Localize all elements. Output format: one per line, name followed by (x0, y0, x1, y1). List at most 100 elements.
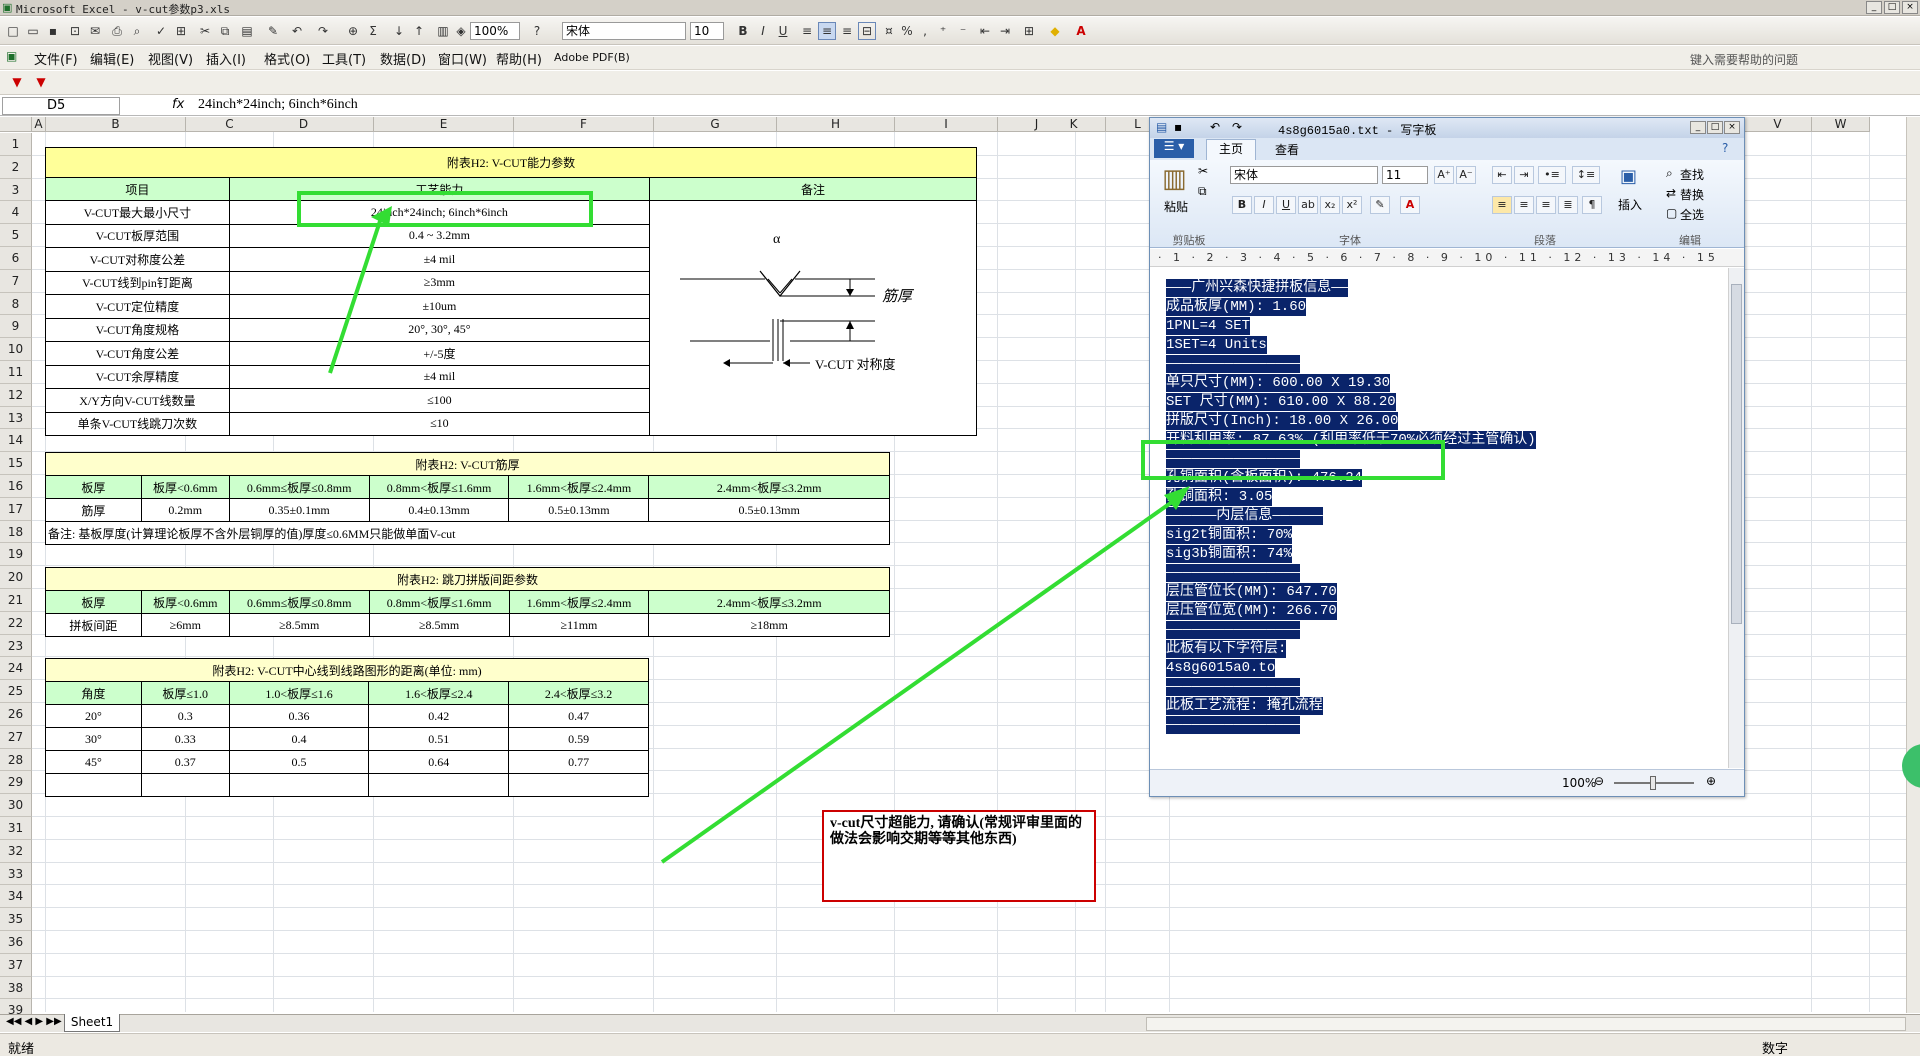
column-header[interactable]: E (374, 117, 514, 132)
formula-input[interactable]: 24inch*24inch; 6inch*6inch (198, 97, 358, 113)
row-header[interactable]: 15 (0, 452, 32, 475)
ribbon-help-icon[interactable]: ? (1722, 141, 1728, 155)
minimize-button[interactable]: _ (1866, 1, 1882, 14)
underline-icon[interactable]: U (774, 22, 792, 40)
align-center-icon[interactable]: ≡ (818, 22, 836, 40)
document-line[interactable]: ———广州兴森快捷拼板信息—— (1166, 279, 1349, 297)
row-header[interactable]: 5 (0, 224, 32, 247)
increase-indent-icon[interactable]: ⇥ (996, 22, 1014, 40)
strikethrough-icon[interactable]: ab (1298, 196, 1318, 214)
table-cell[interactable]: 20° (45, 704, 142, 728)
column-header[interactable]: H (777, 117, 895, 132)
table-cell[interactable]: ≥8.5mm (368, 613, 510, 637)
row-header[interactable]: 23 (0, 634, 32, 658)
column-header[interactable]: W (1812, 117, 1870, 132)
column-header[interactable]: V (1744, 117, 1812, 132)
document-line[interactable]: 层压管位宽(MM): 266.70 (1166, 602, 1337, 620)
table-cell[interactable]: 0.64 (368, 750, 510, 774)
quick-save-icon[interactable]: ▪ (1174, 120, 1182, 134)
table-cell[interactable]: V-CUT最大最小尺寸 (45, 200, 230, 225)
undo-icon[interactable]: ↶ (288, 22, 306, 40)
select-all-label[interactable]: 全选 (1680, 206, 1704, 223)
row-header[interactable]: 32 (0, 839, 32, 863)
percent-icon[interactable]: % (898, 22, 916, 40)
help-icon[interactable]: ? (528, 22, 546, 40)
document-line[interactable]: ——————内层信息—————— (1166, 507, 1323, 525)
row-header[interactable]: 38 (0, 976, 32, 1000)
select-all-corner[interactable] (0, 117, 32, 132)
table-cell[interactable]: 0.51 (368, 727, 510, 751)
row-header[interactable]: 18 (0, 520, 32, 544)
tab-view[interactable]: 查看 (1262, 141, 1312, 158)
table-cell[interactable]: 30° (45, 727, 142, 751)
table-cell[interactable]: 0.5 (228, 750, 370, 774)
menu-view[interactable]: 视图(V) (148, 49, 193, 68)
table-cell[interactable]: ±10um (228, 294, 650, 319)
currency-icon[interactable]: ¤ (880, 22, 898, 40)
row-header[interactable]: 12 (0, 383, 32, 407)
fill-color-icon[interactable]: ◆ (1046, 22, 1064, 40)
row-header[interactable]: 8 (0, 292, 32, 316)
table-cell[interactable]: 0.5±0.13mm (508, 498, 650, 522)
bullets-icon[interactable]: •≡ (1538, 166, 1566, 184)
new-icon[interactable]: □ (4, 22, 22, 40)
table-cell[interactable]: 0.37 (140, 750, 230, 774)
chart-wizard-icon[interactable]: ▥ (434, 22, 452, 40)
menu-tools[interactable]: 工具(T) (322, 49, 366, 68)
row-header[interactable]: 14 (0, 429, 32, 453)
table-cell[interactable]: 0.36 (228, 704, 370, 728)
row-header[interactable]: 21 (0, 589, 32, 612)
copy-icon[interactable]: ⧉ (216, 22, 234, 40)
zoom-in-icon[interactable]: ⊕ (1706, 774, 1716, 788)
table-cell[interactable]: V-CUT板厚范围 (45, 223, 230, 248)
open-icon[interactable]: ▭ (24, 22, 42, 40)
table-cell[interactable]: ±4 mil (228, 247, 650, 272)
table-cell[interactable]: 45° (45, 750, 142, 774)
horizontal-scrollbar[interactable] (1146, 1017, 1906, 1031)
align-left-icon[interactable]: ≡ (1492, 196, 1512, 214)
table-cell[interactable]: V-CUT余厚精度 (45, 364, 230, 389)
document-line[interactable]: 单只尺寸(MM): 600.00 X 19.30 (1166, 374, 1391, 392)
table-cell[interactable]: 0.4 ~ 3.2mm (228, 223, 650, 248)
decrease-indent-icon[interactable]: ⇤ (976, 22, 994, 40)
row-header[interactable]: 16 (0, 475, 32, 498)
drawing-icon[interactable]: ◈ (452, 22, 470, 40)
spelling-icon[interactable]: ✓ (152, 22, 170, 40)
cut-icon[interactable]: ✂ (196, 22, 214, 40)
table-cell[interactable]: ≥6mm (140, 613, 230, 637)
grow-font-icon[interactable]: A⁺ (1434, 166, 1454, 184)
replace-icon[interactable]: ⇄ (1666, 186, 1676, 200)
borders-icon[interactable]: ⊞ (1020, 22, 1038, 40)
sheet-tab-sheet1[interactable]: Sheet1 (64, 1014, 120, 1032)
table-cell[interactable]: ≥3mm (228, 270, 650, 295)
align-right-icon[interactable]: ≡ (838, 22, 856, 40)
save-icon[interactable]: ▪ (44, 22, 62, 40)
column-header[interactable]: F (514, 117, 654, 132)
column-header[interactable]: K (1042, 117, 1106, 132)
document-line[interactable]: sig2t铜面积: 70% (1166, 526, 1293, 544)
document-line[interactable]: 层压管位长(MM): 647.70 (1166, 583, 1337, 601)
align-center-icon[interactable]: ≡ (1514, 196, 1534, 214)
increase-indent-icon[interactable]: ⇥ (1514, 166, 1534, 184)
permission-icon[interactable]: ⊡ (66, 22, 84, 40)
bold-icon[interactable]: B (734, 22, 752, 40)
document-line[interactable]: 1SET=4 Units (1166, 336, 1267, 354)
row-header[interactable]: 28 (0, 748, 32, 772)
wp-close-button[interactable]: × (1724, 121, 1740, 134)
document-line[interactable]: 拼版尺寸(Inch): 18.00 X 26.00 (1166, 412, 1399, 430)
table-cell[interactable]: 20°, 30°, 45° (228, 317, 650, 342)
menu-edit[interactable]: 编辑(E) (90, 49, 134, 68)
help-search-input[interactable]: 键入需要帮助的问题 (1690, 51, 1798, 68)
fx-icon[interactable]: fx (172, 97, 184, 112)
merge-center-icon[interactable]: ⊟ (858, 22, 876, 40)
table-cell[interactable]: ≤100 (228, 388, 650, 413)
sort-desc-icon[interactable]: ↑ (410, 22, 428, 40)
ribbon-copy-icon[interactable]: ⧉ (1198, 184, 1207, 199)
hyperlink-icon[interactable]: ⊕ (344, 22, 362, 40)
format-painter-icon[interactable]: ✎ (264, 22, 282, 40)
table-cell[interactable]: V-CUT对称度公差 (45, 247, 230, 272)
row-header[interactable]: 1 (0, 133, 32, 156)
zoom-out-icon[interactable]: ⊖ (1594, 774, 1604, 788)
font-size-select[interactable]: 10 (690, 22, 724, 40)
row-header[interactable]: 2 (0, 155, 32, 179)
